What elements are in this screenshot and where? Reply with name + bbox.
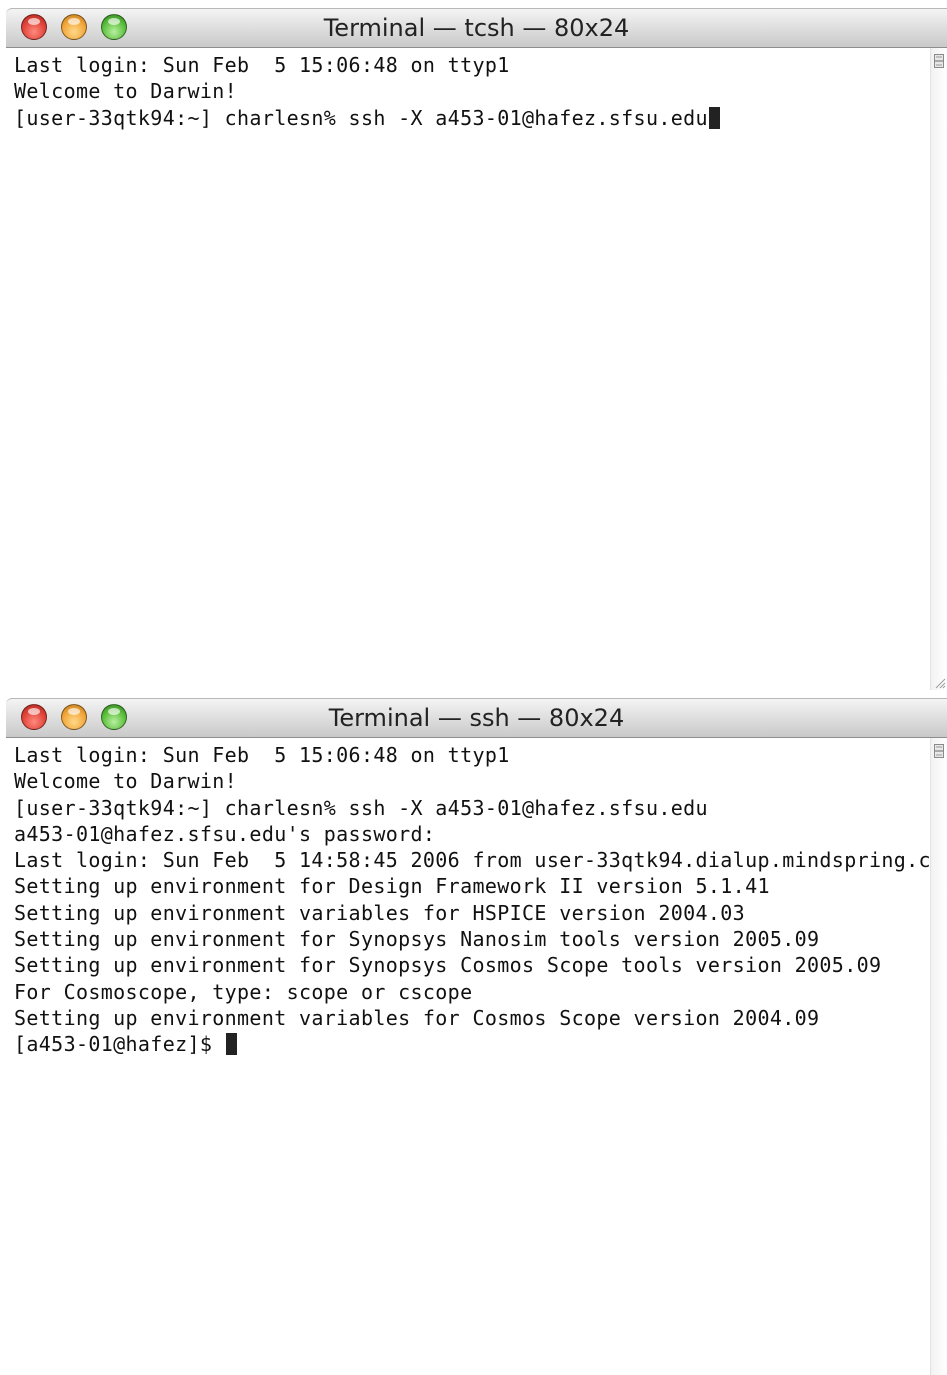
terminal-line: Welcome to Darwin!: [14, 79, 238, 104]
vertical-scrollbar[interactable]: [930, 48, 947, 690]
resize-grip-icon[interactable]: [934, 677, 946, 689]
split-pane-icon[interactable]: [934, 54, 944, 68]
terminal-line: Setting up environment for Synopsys Cosm…: [14, 953, 882, 978]
window-titlebar[interactable]: Terminal — ssh — 80x24: [6, 698, 947, 738]
terminal-line: a453-01@hafez.sfsu.edu's password:: [14, 821, 436, 846]
text-cursor: [225, 1033, 237, 1056]
terminal-line: Last login: Sun Feb 5 14:58:45 2006 from…: [14, 848, 947, 873]
window-title: Terminal — tcsh — 80x24: [323, 14, 630, 42]
terminal-prompt-line[interactable]: [a453-01@hafez]$: [14, 1031, 927, 1057]
terminal-output[interactable]: Last login: Sun Feb 5 15:06:48 on ttyp1 …: [14, 742, 947, 1375]
terminal-output[interactable]: Last login: Sun Feb 5 15:06:48 on ttyp1 …: [14, 52, 927, 690]
terminal-line: Setting up environment for Synopsys Nano…: [14, 927, 820, 952]
terminal-line: Setting up environment variables for Cos…: [14, 1005, 820, 1030]
window-title: Terminal — ssh — 80x24: [328, 704, 625, 732]
terminal-window-ssh[interactable]: Terminal — ssh — 80x24 Last login: Sun F…: [0, 690, 947, 1375]
terminal-line: [user-33qtk94:~] charlesn% ssh -X a453-0…: [14, 105, 927, 131]
terminal-line: Last login: Sun Feb 5 15:06:48 on ttyp1: [14, 743, 510, 767]
window-titlebar[interactable]: Terminal — tcsh — 80x24: [6, 8, 947, 48]
terminal-line: For Cosmoscope, type: scope or cscope: [14, 979, 473, 1004]
text-cursor: [708, 106, 720, 129]
terminal-line: Welcome to Darwin!: [14, 769, 238, 794]
terminal-line: Last login: Sun Feb 5 15:06:48 on ttyp1: [14, 53, 510, 77]
terminal-line: Setting up environment for Design Framew…: [14, 874, 770, 899]
terminal-line: [user-33qtk94:~] charlesn% ssh -X a453-0…: [14, 795, 708, 820]
vertical-scrollbar[interactable]: [930, 738, 947, 1375]
split-pane-icon[interactable]: [934, 744, 944, 758]
terminal-window-tcsh[interactable]: Terminal — tcsh — 80x24 Last login: Sun …: [0, 0, 947, 690]
terminal-line: Setting up environment variables for HSP…: [14, 900, 746, 925]
